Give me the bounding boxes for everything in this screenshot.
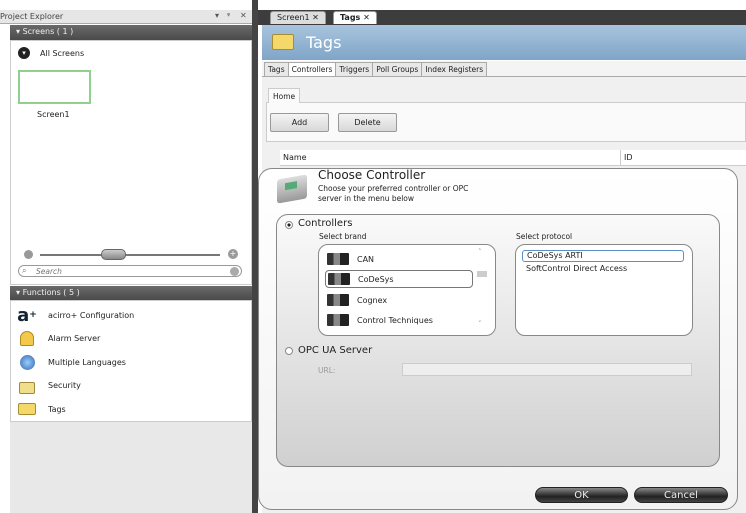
screen-thumbnail[interactable] — [18, 70, 91, 104]
screen-name: Screen1 — [37, 110, 70, 119]
brand-scrollbar[interactable]: ˄ ˅ — [476, 248, 488, 332]
column-name[interactable]: Name — [283, 153, 307, 162]
brand-label: Cognex — [357, 295, 388, 305]
subtab-index-registers[interactable]: Index Registers — [421, 62, 488, 76]
function-multiple-languages[interactable]: Multiple Languages — [16, 352, 126, 372]
functions-header-label: Functions ( 5 ) — [22, 288, 80, 297]
delete-button[interactable]: Delete — [338, 113, 397, 132]
function-acirro[interactable]: a + acirro+ Configuration — [16, 304, 135, 326]
ribbon-tab-home[interactable]: Home — [268, 88, 300, 103]
function-security[interactable]: Security — [16, 375, 81, 395]
tab-tags[interactable]: Tags ✕ — [333, 11, 377, 24]
search-placeholder: Search — [36, 267, 62, 276]
doc-tabstrip — [258, 0, 746, 25]
brand-item-control-techniques[interactable]: Control Techniques — [327, 311, 433, 329]
search-icon: ⌕ — [22, 266, 27, 275]
brand-item-can[interactable]: CAN — [327, 250, 374, 268]
url-label: URL: — [318, 366, 336, 375]
dialog-title: Choose Controller — [318, 168, 426, 182]
zoom-in-icon[interactable]: + — [228, 249, 238, 259]
brand-list[interactable]: CAN CoDeSys Cognex Control Techniques ˄ … — [318, 244, 496, 336]
subtab-triggers[interactable]: Triggers — [335, 62, 374, 76]
select-brand-label: Select brand — [319, 232, 367, 241]
folders-icon — [272, 34, 294, 50]
protocol-list[interactable]: CoDeSys ARTI SoftControl Direct Access — [515, 244, 693, 336]
bell-icon — [16, 329, 38, 347]
lock-icon — [16, 376, 38, 394]
plc-icon — [327, 294, 349, 306]
controllers-radio[interactable] — [285, 221, 293, 229]
brand-item-cognex[interactable]: Cognex — [327, 291, 387, 309]
tags-header: Tags — [262, 25, 746, 60]
explorer-empty-area — [10, 422, 252, 513]
zoom-slider-thumb[interactable] — [101, 249, 126, 260]
function-label: Multiple Languages — [48, 357, 126, 367]
function-label: Tags — [48, 404, 66, 414]
globe-icon — [16, 353, 38, 371]
subtab-poll-groups[interactable]: Poll Groups — [372, 62, 423, 76]
select-protocol-label: Select protocol — [516, 232, 573, 241]
brand-item-codesys[interactable]: CoDeSys — [325, 270, 473, 288]
zoom-slider[interactable] — [40, 254, 220, 256]
selection-group: Controllers Select brand Select protocol… — [276, 214, 720, 467]
search-input[interactable]: ⌕ Search — [18, 265, 242, 277]
clear-search-icon[interactable] — [230, 267, 239, 276]
subtab-tags[interactable]: Tags — [264, 62, 289, 76]
tags-title: Tags — [306, 33, 342, 52]
plc-icon — [327, 314, 349, 326]
brand-label: CoDeSys — [358, 274, 394, 284]
url-input[interactable] — [402, 363, 692, 376]
all-screens-label: All Screens — [40, 48, 85, 58]
controllers-label: Controllers — [298, 218, 353, 229]
functions-section-header[interactable]: ▾ Functions ( 5 ) — [10, 286, 252, 300]
column-id[interactable]: ID — [620, 150, 636, 166]
function-label: Security — [48, 380, 81, 390]
screens-header-label: Screens ( 1 ) — [22, 27, 74, 36]
protocol-item-softcontrol[interactable]: SoftControl Direct Access — [526, 264, 627, 273]
tab-screen1[interactable]: Screen1 ✕ — [270, 11, 326, 24]
function-alarm-server[interactable]: Alarm Server — [16, 328, 100, 348]
brand-label: CAN — [357, 254, 375, 264]
pin-icon[interactable]: ᵠ — [227, 11, 230, 20]
scroll-down-icon[interactable]: ˅ — [478, 320, 482, 328]
add-button[interactable]: Add — [270, 113, 329, 132]
subtab-controllers[interactable]: Controllers — [287, 62, 337, 76]
dialog-subtitle-2: server in the menu below — [318, 194, 415, 203]
protocol-item-codesys-arti[interactable]: CoDeSys ARTI — [522, 250, 684, 262]
controller-icon — [277, 174, 307, 204]
tab-label: Screen1 ✕ — [277, 13, 319, 22]
zoom-out-icon[interactable] — [24, 250, 33, 259]
function-label: acirro+ Configuration — [48, 310, 135, 320]
plc-icon — [327, 253, 349, 265]
table-header: Name ID — [280, 150, 746, 166]
function-tags[interactable]: Tags — [16, 399, 66, 419]
opc-ua-radio[interactable] — [285, 347, 293, 355]
project-explorer: Project Explorer ▾ ᵠ ✕ ▾ Screens ( 1 ) ▾… — [0, 0, 252, 513]
ok-button[interactable]: OK — [535, 487, 628, 503]
all-screens-button[interactable]: ▾ All Screens — [18, 47, 84, 59]
brand-label: Control Techniques — [357, 315, 433, 325]
function-label: Alarm Server — [48, 333, 101, 343]
dropdown-icon[interactable]: ▾ — [215, 11, 219, 20]
scrollbar-thumb[interactable] — [477, 271, 487, 277]
acirro-icon: a + — [17, 304, 37, 326]
opc-ua-label: OPC UA Server — [298, 345, 373, 356]
close-icon[interactable]: ✕ — [240, 11, 247, 20]
tab-label: Tags ✕ — [340, 13, 370, 22]
explorer-titlebar: Project Explorer ▾ ᵠ ✕ — [0, 10, 252, 24]
tags-subtabs: Tags Controllers Triggers Poll Groups Index … — [262, 61, 746, 76]
explorer-title: Project Explorer — [0, 12, 64, 21]
screens-section-header[interactable]: ▾ Screens ( 1 ) — [10, 25, 252, 40]
dialog-subtitle-1: Choose your preferred controller or OPC — [318, 184, 469, 193]
folders-icon — [16, 400, 38, 418]
choose-controller-dialog: Choose Controller Choose your preferred … — [258, 168, 738, 510]
plc-icon — [328, 273, 350, 285]
cancel-button[interactable]: Cancel — [634, 487, 728, 503]
scroll-up-icon[interactable]: ˄ — [478, 248, 482, 256]
chevron-down-circle-icon: ▾ — [18, 47, 30, 59]
